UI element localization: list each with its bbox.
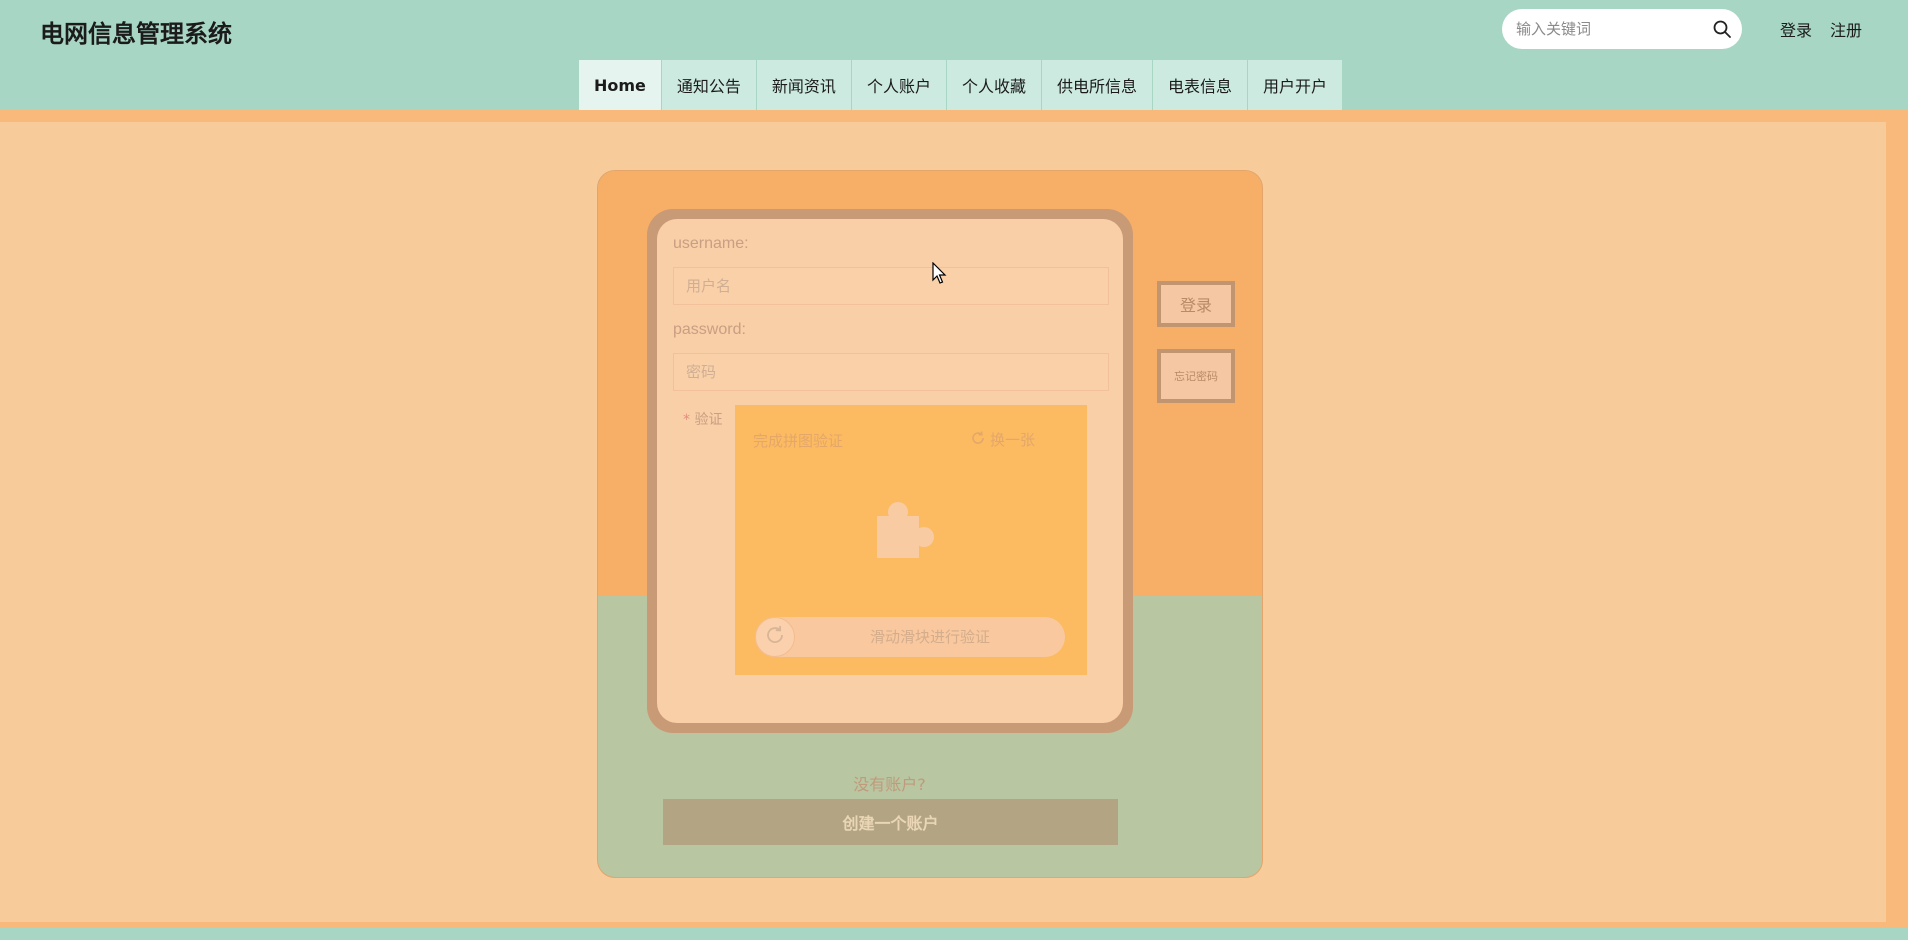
site-title: 电网信息管理系统	[40, 20, 232, 48]
forgot-password-button[interactable]: 忘记密码	[1157, 349, 1235, 403]
refresh-icon	[970, 430, 986, 450]
nav-home[interactable]: Home	[578, 60, 661, 110]
verify-label-text: 验证	[694, 412, 723, 428]
mouse-cursor-icon	[932, 261, 948, 291]
captcha-slider-handle[interactable]	[755, 617, 795, 657]
login-link[interactable]: 登录	[1780, 17, 1812, 41]
login-form-panel: username: password: * 验证 完成拼图验证 换一张	[657, 219, 1123, 723]
nav-meter-info[interactable]: 电表信息	[1151, 60, 1247, 110]
search-icon[interactable]	[1712, 19, 1732, 39]
login-button[interactable]: 登录	[1157, 281, 1235, 327]
captcha-slider-text: 滑动滑块进行验证	[869, 628, 990, 646]
captcha-refresh-label: 换一张	[990, 431, 1036, 449]
username-label: username:	[673, 235, 749, 252]
search-box[interactable]	[1502, 9, 1742, 49]
login-card: username: password: * 验证 完成拼图验证 换一张	[597, 170, 1263, 878]
nav-news[interactable]: 新闻资讯	[755, 60, 851, 110]
verify-label: * 验证	[683, 409, 722, 429]
nav-favorites[interactable]: 个人收藏	[945, 60, 1041, 110]
captcha-refresh-button[interactable]: 换一张	[970, 429, 1035, 450]
required-star: *	[683, 412, 690, 428]
username-input[interactable]	[673, 267, 1109, 305]
captcha-title: 完成拼图验证	[753, 432, 844, 450]
main-nav: Home 通知公告 新闻资讯 个人账户 个人收藏 供电所信息 电表信息 用户开户	[578, 60, 1343, 110]
register-link[interactable]: 注册	[1830, 17, 1862, 41]
nav-power-station-info[interactable]: 供电所信息	[1040, 60, 1152, 110]
top-header: 电网信息管理系统 登录 注册 Home 通知公告 新闻资讯 个人账户 个人收藏 …	[0, 0, 1908, 110]
bottom-strip	[0, 928, 1908, 940]
puzzle-piece-icon	[875, 500, 937, 567]
search-input[interactable]	[1514, 17, 1704, 41]
no-account-text: 没有账户?	[853, 775, 926, 794]
refresh-icon	[764, 624, 786, 651]
nav-notices[interactable]: 通知公告	[660, 60, 756, 110]
password-input[interactable]	[673, 353, 1109, 391]
password-label: password:	[673, 321, 746, 338]
captcha-slider-track[interactable]: 滑动滑块进行验证	[755, 617, 1065, 657]
nav-personal-account[interactable]: 个人账户	[850, 60, 946, 110]
nav-account-opening[interactable]: 用户开户	[1247, 60, 1343, 110]
puzzle-captcha: 完成拼图验证 换一张 滑动滑块进行验证	[735, 405, 1087, 675]
create-account-button[interactable]: 创建一个账户	[663, 799, 1118, 845]
login-form-frame: username: password: * 验证 完成拼图验证 换一张	[647, 209, 1133, 733]
